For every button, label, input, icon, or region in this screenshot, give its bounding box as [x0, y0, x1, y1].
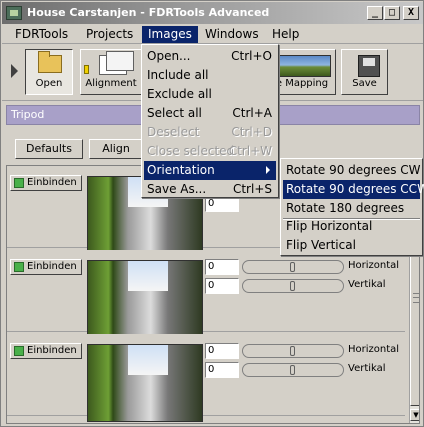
- open-tool-button[interactable]: Open: [25, 49, 73, 95]
- image-row-3: Einbinden 0 Horizontal 0 Vertikal: [7, 334, 405, 422]
- menu-item-orientation[interactable]: Orientation: [144, 161, 276, 180]
- include-label: Einbinden: [27, 261, 77, 272]
- horizontal-slider-2[interactable]: [242, 260, 344, 274]
- app-window: House Carstanjen - FDRTools Advanced _ □…: [0, 0, 424, 427]
- include-label: Einbinden: [27, 345, 77, 356]
- horizontal-offset-field-3[interactable]: 0: [205, 343, 239, 359]
- menu-item-include-all[interactable]: Include all: [144, 66, 276, 85]
- vertical-label: Vertikal: [348, 279, 386, 290]
- alignment-label: Alignment: [85, 78, 137, 89]
- alignment-tool-button[interactable]: Alignment: [80, 49, 142, 95]
- slider-knob[interactable]: [290, 262, 295, 272]
- align-button[interactable]: Align: [89, 139, 143, 159]
- horizontal-offset-field-2[interactable]: 0: [205, 259, 239, 275]
- vertical-slider-3[interactable]: [242, 363, 344, 377]
- panel-title: Tripod: [11, 108, 45, 121]
- status-indicator-icon: [84, 65, 89, 74]
- close-button[interactable]: X: [403, 6, 419, 20]
- menu-item-flip-vertical[interactable]: Flip Vertical: [283, 236, 420, 255]
- include-toggle-2[interactable]: Einbinden: [10, 259, 82, 275]
- app-icon: [6, 6, 22, 20]
- folder-icon: [38, 51, 62, 73]
- vertical-offset-field-3[interactable]: 0: [205, 362, 239, 378]
- vertical-offset-field-2[interactable]: 0: [205, 278, 239, 294]
- menu-item-rotate-cw[interactable]: Rotate 90 degrees CW: [283, 161, 421, 180]
- menu-item-save-as[interactable]: Save As... Ctrl+S: [144, 180, 276, 199]
- image-thumbnail-3[interactable]: [87, 344, 203, 422]
- menu-item-open[interactable]: Open... Ctrl+O: [144, 47, 276, 66]
- tone-mapping-icon: [279, 55, 331, 77]
- horizontal-label: Horizontal: [348, 344, 400, 355]
- minimize-button[interactable]: _: [367, 6, 383, 20]
- vertical-slider-2[interactable]: [242, 279, 344, 293]
- include-label: Einbinden: [27, 177, 77, 188]
- defaults-button[interactable]: Defaults: [15, 139, 83, 159]
- menu-item-select-all[interactable]: Select all Ctrl+A: [144, 104, 276, 123]
- grip-icon: [413, 293, 419, 303]
- images-menu: Open... Ctrl+O Include all Exclude all Se…: [141, 44, 279, 198]
- scroll-down-arrow-icon[interactable]: ▼: [410, 409, 419, 421]
- check-icon: [14, 262, 24, 272]
- window-title: House Carstanjen - FDRTools Advanced: [27, 6, 270, 19]
- menu-item-flip-horizontal[interactable]: Flip Horizontal: [283, 217, 420, 236]
- title-bar[interactable]: House Carstanjen - FDRTools Advanced _ □…: [2, 2, 423, 24]
- toolbar-expand-arrow-icon[interactable]: [11, 64, 18, 78]
- include-toggle-1[interactable]: Einbinden: [10, 175, 82, 191]
- orientation-submenu: Rotate 90 degrees CW Rotate 90 degrees C…: [280, 158, 424, 256]
- menu-item-close-selected: Close selected Ctrl+W: [147, 144, 272, 158]
- slider-knob[interactable]: [290, 346, 295, 356]
- submenu-arrow-icon: [266, 166, 270, 174]
- open-label: Open: [35, 78, 63, 89]
- slider-knob[interactable]: [290, 281, 295, 291]
- menu-windows[interactable]: Windows: [199, 26, 265, 43]
- menu-item-exclude-all[interactable]: Exclude all: [144, 85, 276, 104]
- menu-projects[interactable]: Projects: [80, 26, 139, 43]
- vertical-label: Vertikal: [348, 363, 386, 374]
- save-tool-button[interactable]: Save: [341, 49, 388, 95]
- check-icon: [14, 178, 24, 188]
- horizontal-slider-3[interactable]: [242, 344, 344, 358]
- horizontal-label: Horizontal: [348, 260, 400, 271]
- save-label: Save: [352, 78, 377, 89]
- menu-help[interactable]: Help: [266, 26, 305, 43]
- menu-item-deselect: Deselect Ctrl+D: [147, 125, 272, 139]
- menu-bar: FDRTools Projects Images Windows Help: [2, 24, 423, 44]
- floppy-disk-icon: [358, 55, 380, 77]
- slider-knob[interactable]: [290, 365, 295, 375]
- image-row-2: Einbinden 0 Horizontal 0 Vertikal: [7, 250, 405, 338]
- menu-images[interactable]: Images: [142, 26, 198, 43]
- menu-item-rotate-180[interactable]: Rotate 180 degrees: [283, 199, 420, 218]
- check-icon: [14, 346, 24, 356]
- maximize-button[interactable]: □: [384, 6, 400, 20]
- include-toggle-3[interactable]: Einbinden: [10, 343, 82, 359]
- menu-fdrtools[interactable]: FDRTools: [9, 26, 74, 43]
- menu-item-rotate-ccw[interactable]: Rotate 90 degrees CCW: [283, 180, 424, 199]
- alignment-icon: [99, 51, 134, 75]
- image-thumbnail-2[interactable]: [87, 260, 203, 338]
